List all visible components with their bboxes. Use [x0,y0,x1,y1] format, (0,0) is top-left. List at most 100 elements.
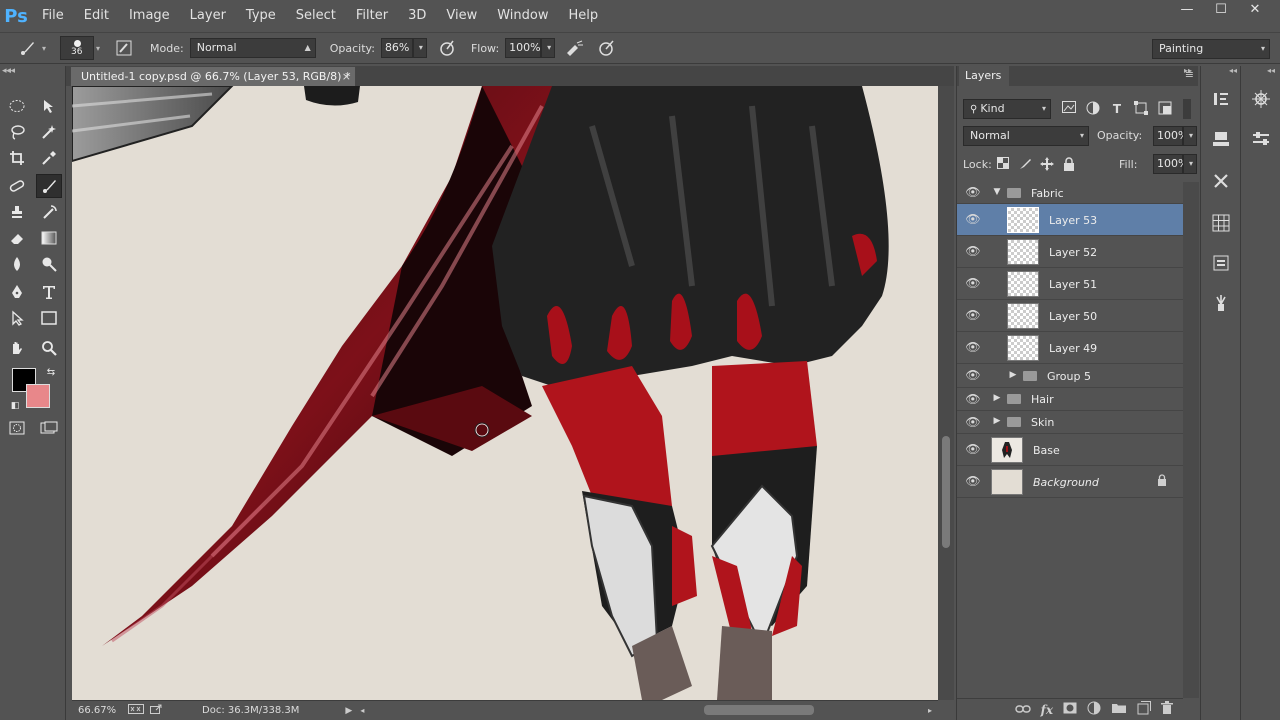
move-tool-icon[interactable] [36,94,62,118]
lock-image-pixels-icon[interactable] [1017,157,1033,173]
visibility-eye-icon[interactable]: 👁 [965,340,981,356]
layers-scrollbar[interactable] [1183,182,1199,698]
fill-dropdown[interactable]: ▾ [1183,154,1197,174]
delete-layer-icon[interactable] [1161,701,1173,718]
filter-type-icon[interactable]: T [1109,101,1125,117]
close-document-icon[interactable]: × [342,67,351,86]
filter-toggle[interactable] [1183,99,1191,119]
rectangle-tool-icon[interactable] [36,306,62,330]
menu-type[interactable]: Type [236,0,286,32]
filter-adjustment-icon[interactable] [1085,101,1101,117]
new-layer-icon[interactable] [1137,701,1151,718]
properties-panel-icon[interactable] [1211,254,1231,274]
quick-mask-icon[interactable] [4,416,30,440]
visibility-eye-icon[interactable]: 👁 [965,276,981,292]
menu-view[interactable]: View [436,0,487,32]
visibility-eye-icon[interactable]: 👁 [965,308,981,324]
brush-presets-icon[interactable] [1211,294,1231,314]
menu-3d[interactable]: 3D [398,0,436,32]
hand-tool-icon[interactable] [4,336,30,360]
canvas-vertical-scrollbar[interactable] [938,86,954,700]
layer-50[interactable]: 👁 Layer 50 [957,300,1183,332]
brush-settings-icon[interactable] [1251,130,1271,150]
default-colors-icon[interactable]: ◧ [2,394,28,418]
pen-tool-icon[interactable] [4,280,30,304]
scroll-right-icon[interactable]: ▸ [928,706,932,715]
path-selection-tool-icon[interactable] [4,306,30,330]
expand-group-icon[interactable]: ▶ [991,416,1003,426]
brush-size-picker[interactable]: 36 [60,36,95,60]
magic-wand-tool-icon[interactable] [36,120,62,144]
lock-transparent-pixels-icon[interactable] [995,157,1011,173]
layer-style-fx-icon[interactable]: fx [1041,703,1053,717]
maximize-button[interactable]: ☐ [1204,0,1238,22]
expand-group-icon[interactable]: ▶ [1007,370,1019,380]
crop-tool-icon[interactable] [4,146,30,170]
zoom-tool-icon[interactable] [36,336,62,360]
expand-group-icon[interactable]: ▶ [991,393,1003,403]
tool-presets-icon[interactable] [1211,172,1231,192]
layer-filter-select[interactable]: ⚲ Kind ▾ [963,99,1051,119]
close-window-button[interactable]: ✕ [1238,0,1272,22]
swatches-panel-icon[interactable] [1211,214,1231,234]
visibility-eye-icon[interactable]: 👁 [965,368,981,384]
airbrush-icon[interactable] [563,36,587,60]
mode-select[interactable]: Normal ▲ [189,38,316,58]
brush-tool-icon[interactable] [36,174,62,198]
layer-opacity-dropdown[interactable]: ▾ [1183,126,1197,146]
expand-dock-icon[interactable]: ◂◂ [1229,66,1237,75]
actions-panel-icon[interactable] [1211,130,1231,150]
dodge-tool-icon[interactable] [36,252,62,276]
type-tool-icon[interactable] [36,280,62,304]
opacity-dropdown[interactable]: ▾ [412,38,427,58]
layer-51[interactable]: 👁 Layer 51 [957,268,1183,300]
layer-group-hair[interactable]: 👁 ▶ Hair [957,388,1183,411]
layer-group-5[interactable]: 👁 ▶ Group 5 [957,364,1183,388]
layer-group-skin[interactable]: 👁 ▶ Skin [957,411,1183,434]
visibility-eye-icon[interactable]: 👁 [965,185,981,201]
gradient-tool-icon[interactable] [36,226,62,250]
eyedropper-tool-icon[interactable] [36,146,62,170]
menu-edit[interactable]: Edit [74,0,119,32]
lock-position-icon[interactable] [1039,157,1055,173]
menu-select[interactable]: Select [286,0,346,32]
layer-49[interactable]: 👁 Layer 49 [957,332,1183,364]
menu-layer[interactable]: Layer [180,0,236,32]
menu-filter[interactable]: Filter [346,0,398,32]
menu-help[interactable]: Help [559,0,609,32]
navigator-panel-icon[interactable] [1251,90,1271,110]
visibility-eye-icon[interactable]: 👁 [965,415,981,431]
flow-dropdown[interactable]: ▾ [541,38,556,58]
brush-tool-preset-icon[interactable] [16,36,40,60]
status-menu-arrow-icon[interactable]: ▶ [345,706,352,716]
flow-input[interactable]: 100% [505,38,542,58]
background-color-swatch[interactable] [26,384,50,408]
visibility-eye-icon[interactable]: 👁 [965,244,981,260]
opacity-input[interactable]: 86% [380,38,413,58]
layers-tab[interactable]: Layers [959,66,1009,86]
history-brush-tool-icon[interactable] [36,200,62,224]
layer-group-fabric[interactable]: 👁 ▼ Fabric [957,182,1183,204]
menu-window[interactable]: Window [487,0,558,32]
clone-stamp-tool-icon[interactable] [4,200,30,224]
visibility-eye-icon[interactable]: 👁 [965,392,981,408]
expand-dock-2-icon[interactable]: ◂◂ [1267,66,1275,75]
status-info-icon[interactable] [128,704,146,717]
layer-52[interactable]: 👁 Layer 52 [957,236,1183,268]
marquee-tool-icon[interactable] [4,94,30,118]
zoom-level[interactable]: 66.67% [78,705,126,716]
filter-smart-object-icon[interactable] [1157,101,1173,117]
layer-base[interactable]: 👁 Base [957,434,1183,466]
menu-file[interactable]: File [32,0,74,32]
document-tab[interactable]: Untitled-1 copy.psd @ 66.7% (Layer 53, R… [70,66,356,86]
new-group-icon[interactable] [1111,702,1127,717]
scroll-left-icon[interactable]: ◂ [360,706,364,715]
expand-group-icon[interactable]: ▼ [991,187,1003,197]
blend-mode-select[interactable]: Normal ▾ [963,126,1089,146]
visibility-eye-icon[interactable]: 👁 [965,442,981,458]
swap-colors-icon[interactable]: ⇆ [38,360,64,384]
eraser-tool-icon[interactable] [4,226,30,250]
share-icon[interactable] [150,704,164,717]
collapse-left-icon[interactable]: ◂◂ [2,66,11,76]
screen-mode-icon[interactable] [36,416,62,440]
